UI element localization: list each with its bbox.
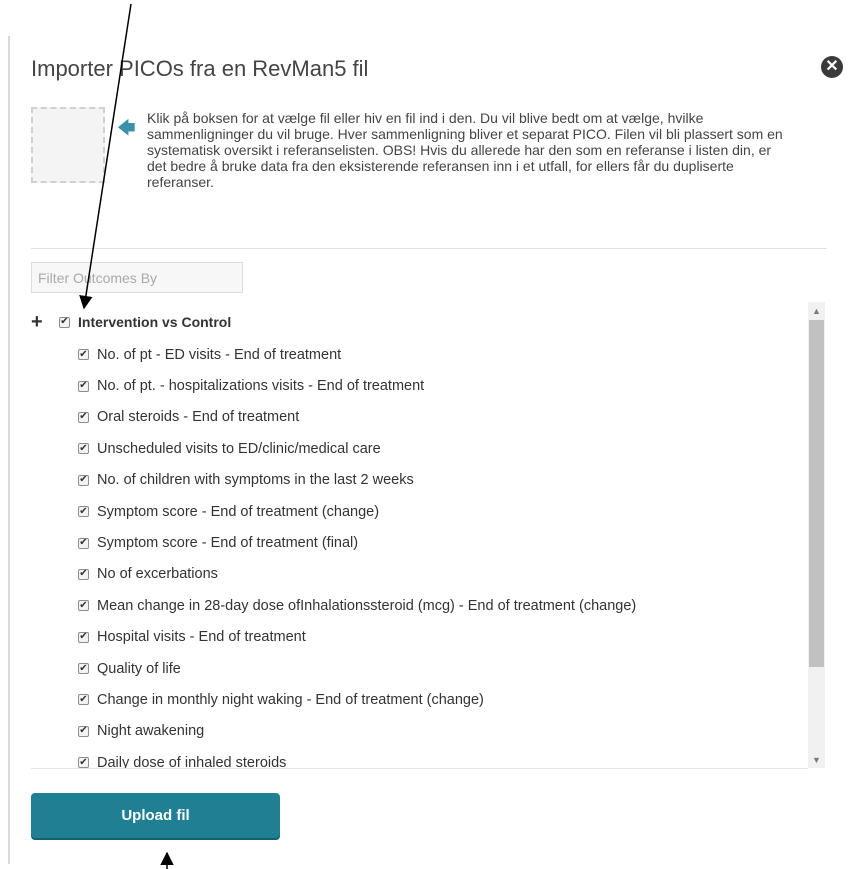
outcome-item[interactable]: ✔ Oral steroids - End of treatment [78,402,636,433]
outcome-item[interactable]: ✔ Quality of life [78,653,636,684]
outcome-item[interactable]: ✔ Mean change in 28-day dose ofInhalation… [78,590,636,621]
outcome-item[interactable]: ✔ Symptom score - End of treatment (chang… [78,496,636,527]
outcome-item[interactable]: ✔ Night awakening [78,716,636,747]
close-icon[interactable]: ✕ [821,56,843,78]
outcome-label: No. of pt. - hospitalizations visits - E… [97,378,425,395]
scroll-up-arrow-icon[interactable]: ▲ [808,302,825,319]
outcome-item[interactable]: ✔ No of excerbations [78,559,636,590]
outcome-label: Daily dose of inhaled steroids [97,754,287,768]
filter-outcomes-input[interactable] [31,262,243,293]
dialog-title: Importer PICOs fra en RevMan5 fil [31,56,369,81]
outcome-label: Quality of life [97,660,181,677]
comparison-label: Intervention vs Control [78,314,232,330]
outcome-list: ✔ No. of pt - ED visits - End of treatmen… [78,339,636,768]
outcome-checkbox[interactable]: ✔ [78,506,89,518]
outcome-item[interactable]: ✔ Change in monthly night waking - End of… [78,684,636,715]
outcome-item[interactable]: ✔ No. of pt - ED visits - End of treatmen… [78,339,636,370]
outcome-checkbox[interactable]: ✔ [78,631,89,643]
upload-file-button[interactable]: Upload fil [31,793,280,838]
outcome-checkbox[interactable]: ✔ [78,725,89,737]
instructions-text: Klik på boksen for at vælge fil eller hi… [147,110,783,190]
expand-plus-icon[interactable]: + [31,312,53,332]
outcome-checkbox[interactable]: ✔ [78,600,89,612]
outcome-label: Mean change in 28-day dose ofInhalations… [97,597,637,614]
outcome-label: Hospital visits - End of treatment [97,629,306,646]
outcome-item[interactable]: ✔ No. of children with symptoms in the la… [78,465,636,496]
outcome-item[interactable]: ✔ Unscheduled visits to ED/clinic/medical… [78,433,636,464]
outcome-label: Change in monthly night waking - End of … [97,691,484,708]
outcome-label: Symptom score - End of treatment (change… [97,503,380,520]
scroll-down-arrow-icon[interactable]: ▼ [808,751,825,768]
outcome-checkbox[interactable]: ✔ [78,568,89,580]
outcome-label: Unscheduled visits to ED/clinic/medical … [97,440,381,457]
outcome-label: No. of pt - ED visits - End of treatment [97,346,342,363]
outcome-item[interactable]: ✔ Daily dose of inhaled steroids [78,747,636,768]
comparison-row: + ✔ Intervention vs Control [31,307,231,337]
outcome-label: Symptom score - End of treatment (final) [97,535,359,552]
outcome-checkbox[interactable]: ✔ [78,537,89,549]
outcome-label: Oral steroids - End of treatment [97,409,300,426]
list-bottom-border [31,768,808,769]
dialog-left-border [8,36,10,864]
outcome-tree: + ✔ Intervention vs Control ✔ No. of pt -… [31,305,801,768]
outcome-checkbox[interactable]: ✔ [78,757,89,768]
outcome-checkbox[interactable]: ✔ [78,411,89,423]
outcome-checkbox[interactable]: ✔ [78,694,89,706]
outcome-checkbox[interactable]: ✔ [78,380,89,392]
outcome-item[interactable]: ✔ No. of pt. - hospitalizations visits - … [78,370,636,401]
divider [31,248,827,249]
outcome-label: No. of children with symptoms in the las… [97,472,414,489]
arrow-left-icon: 🡄 [117,118,136,138]
outcome-item[interactable]: ✔ Hospital visits - End of treatment [78,622,636,653]
comparison-checkbox[interactable]: ✔ [59,316,70,328]
outcome-checkbox[interactable]: ✔ [78,663,89,675]
outcome-label: Night awakening [97,723,205,740]
outcome-checkbox[interactable]: ✔ [78,443,89,455]
file-drop-zone[interactable] [31,107,105,183]
scrollbar-thumb[interactable] [809,320,824,667]
outcome-checkbox[interactable]: ✔ [78,349,89,361]
scrollbar[interactable]: ▲ ▼ [808,302,825,768]
outcome-label: No of excerbations [97,566,218,583]
outcome-checkbox[interactable]: ✔ [78,474,89,486]
outcome-item[interactable]: ✔ Symptom score - End of treatment (final… [78,527,636,558]
